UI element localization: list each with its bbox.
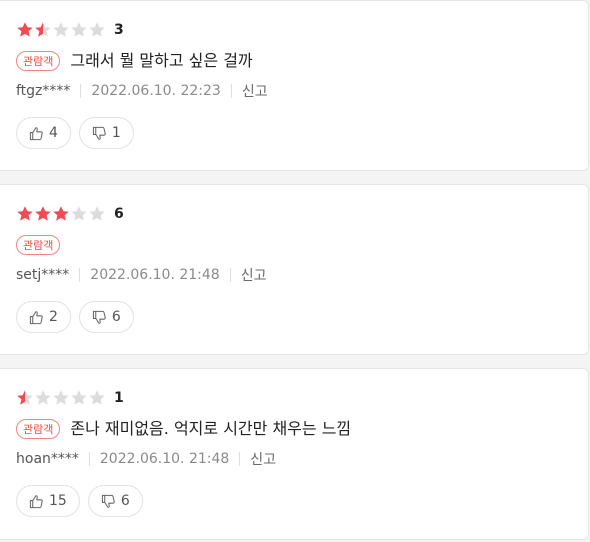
dislike-count: 6 [111, 309, 121, 325]
rating-row: 1 [16, 388, 124, 408]
star-empty-icon [89, 22, 105, 37]
review-text: 그래서 뭘 말하고 싶은 걸까 [70, 51, 253, 70]
review-date: 2022.06.10. 21:48 [99, 451, 230, 467]
review-list: 3 관람객 그래서 뭘 말하고 싶은 걸까 ftgz**** 2022.06.1… [0, 0, 590, 542]
dislike-count: 6 [120, 493, 130, 509]
divider [80, 84, 82, 98]
review-card: 3 관람객 그래서 뭘 말하고 싶은 걸까 ftgz**** 2022.06.1… [0, 0, 589, 171]
divider [88, 452, 90, 466]
thumbs-up-icon [29, 310, 44, 325]
rating-score: 3 [114, 22, 124, 38]
divider [230, 84, 232, 98]
star-empty-icon [71, 22, 87, 37]
star-filled-icon [53, 206, 69, 221]
vote-row: 2 6 [16, 301, 134, 333]
dislike-count: 1 [111, 125, 121, 141]
like-count: 15 [49, 493, 67, 509]
star-rating [16, 205, 106, 223]
star-filled-icon [35, 206, 51, 221]
dislike-button[interactable]: 6 [87, 485, 143, 517]
review-meta: setj**** 2022.06.10. 21:48 신고 [16, 265, 266, 285]
vote-row: 4 1 [16, 117, 134, 149]
star-rating [16, 21, 106, 39]
vote-row: 15 6 [16, 485, 143, 517]
user-id: setj**** [16, 267, 70, 283]
review-card: 1 관람객 존나 재미없음. 억지로 시간만 채우는 느낌 hoan**** 2… [0, 368, 589, 540]
divider [79, 268, 81, 282]
review-content: 관람객 그래서 뭘 말하고 싶은 걸까 [16, 49, 253, 73]
star-half-icon [17, 390, 33, 405]
review-meta: hoan**** 2022.06.10. 21:48 신고 [16, 449, 276, 469]
viewer-badge: 관람객 [16, 235, 61, 255]
divider [239, 452, 241, 466]
star-filled-icon [17, 206, 33, 221]
star-half-icon [35, 22, 51, 37]
review-content: 관람객 [16, 233, 61, 257]
star-empty-icon [35, 390, 51, 405]
report-link[interactable]: 신고 [241, 265, 267, 285]
viewer-badge: 관람객 [16, 419, 61, 439]
review-text: 존나 재미없음. 억지로 시간만 채우는 느낌 [70, 419, 352, 438]
star-empty-icon [53, 390, 69, 405]
user-id: hoan**** [16, 451, 79, 467]
star-empty-icon [71, 390, 87, 405]
star-rating [16, 389, 106, 407]
thumbs-down-icon [92, 310, 107, 325]
review-date: 2022.06.10. 22:23 [91, 83, 221, 99]
rating-row: 6 [16, 204, 124, 224]
rating-score: 6 [114, 206, 124, 222]
report-link[interactable]: 신고 [242, 81, 268, 101]
dislike-button[interactable]: 6 [78, 301, 134, 333]
viewer-badge: 관람객 [16, 51, 61, 71]
rating-row: 3 [16, 20, 124, 40]
divider [229, 268, 231, 282]
review-meta: ftgz**** 2022.06.10. 22:23 신고 [16, 81, 268, 101]
thumbs-down-icon [92, 126, 107, 141]
report-link[interactable]: 신고 [250, 449, 276, 469]
like-button[interactable]: 2 [16, 301, 71, 333]
star-empty-icon [89, 390, 105, 405]
review-card: 6 관람객 setj**** 2022.06.10. 21:48 신고 2 6 [0, 184, 589, 355]
rating-score: 1 [114, 390, 124, 406]
review-date: 2022.06.10. 21:48 [90, 267, 220, 283]
like-button[interactable]: 15 [16, 485, 80, 517]
like-count: 4 [49, 125, 58, 141]
user-id: ftgz**** [16, 83, 71, 99]
thumbs-up-icon [29, 494, 44, 509]
thumbs-up-icon [29, 126, 44, 141]
thumbs-down-icon [101, 494, 116, 509]
dislike-button[interactable]: 1 [78, 117, 134, 149]
star-filled-icon [17, 22, 33, 37]
like-button[interactable]: 4 [16, 117, 71, 149]
like-count: 2 [49, 309, 58, 325]
review-content: 관람객 존나 재미없음. 억지로 시간만 채우는 느낌 [16, 417, 351, 441]
star-empty-icon [71, 206, 87, 221]
star-empty-icon [89, 206, 105, 221]
star-empty-icon [53, 22, 69, 37]
